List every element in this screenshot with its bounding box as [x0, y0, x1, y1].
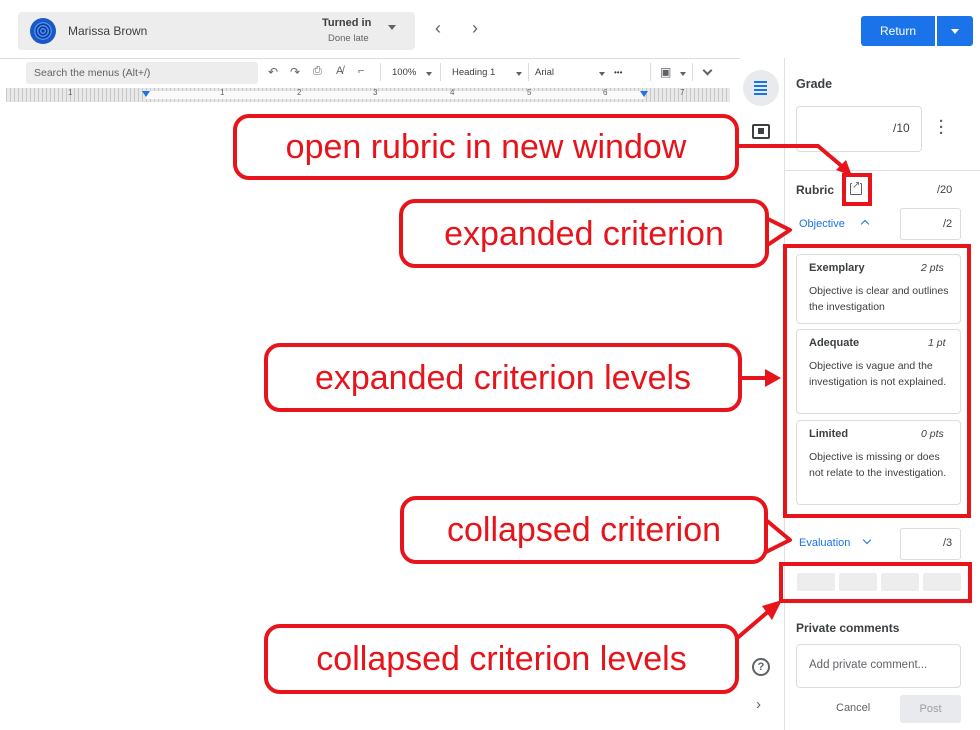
callout-collapsed-criterion: collapsed criterion: [400, 496, 768, 564]
arrow-head: [762, 600, 782, 620]
callout-pointer: [764, 216, 792, 248]
callout-collapsed-levels: collapsed criterion levels: [264, 624, 739, 694]
callout-open-rubric: open rubric in new window: [233, 114, 739, 180]
arrow-head: [765, 369, 781, 387]
callout-pointer: [764, 518, 792, 554]
arrow-line: [735, 144, 846, 170]
callout-expanded-criterion: expanded criterion: [399, 199, 769, 268]
callout-expanded-levels: expanded criterion levels: [264, 343, 742, 412]
arrow-line: [733, 608, 772, 642]
